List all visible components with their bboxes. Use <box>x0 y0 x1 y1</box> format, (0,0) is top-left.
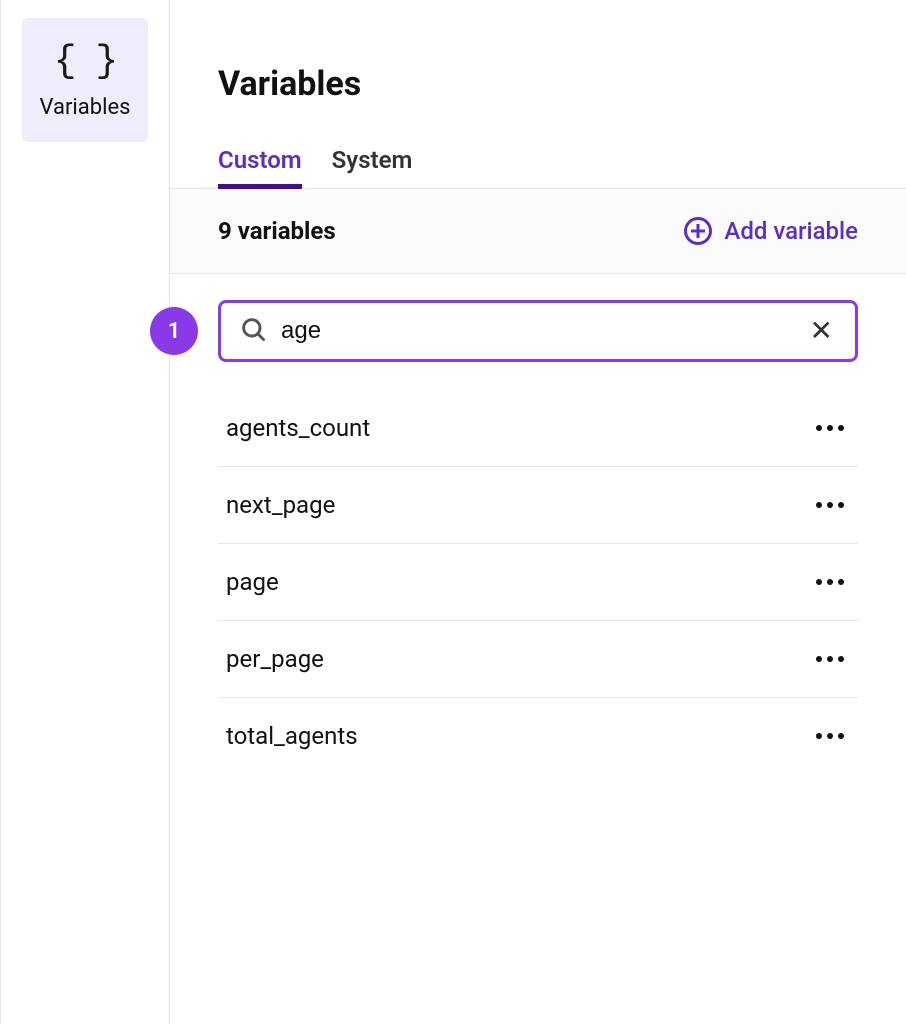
list-item[interactable]: next_page <box>218 467 858 544</box>
sidebar: { } Variables <box>0 0 170 1024</box>
main-panel: Variables Custom System 9 variables Add … <box>170 0 906 1024</box>
more-icon[interactable] <box>810 496 850 514</box>
variable-name: total_agents <box>226 722 358 750</box>
search-box[interactable]: ✕ <box>218 300 858 362</box>
tabs: Custom System <box>170 104 906 189</box>
list-item[interactable]: per_page <box>218 621 858 698</box>
more-icon[interactable] <box>810 419 850 437</box>
variable-name: agents_count <box>226 414 370 442</box>
app-container: { } Variables Variables Custom System 9 … <box>0 0 906 1024</box>
add-variable-button[interactable]: Add variable <box>684 217 858 245</box>
step-badge: 1 <box>150 307 198 355</box>
list-item[interactable]: agents_count <box>218 390 858 467</box>
sidebar-tile-label: Variables <box>40 95 131 120</box>
search-row: 1 ✕ <box>170 274 906 362</box>
list-item[interactable]: total_agents <box>218 698 858 774</box>
variable-name: page <box>226 568 279 596</box>
sidebar-tile-variables[interactable]: { } Variables <box>22 18 148 142</box>
braces-icon: { } <box>54 40 116 83</box>
more-icon[interactable] <box>810 727 850 745</box>
tab-custom[interactable]: Custom <box>218 146 302 188</box>
more-icon[interactable] <box>810 650 850 668</box>
more-icon[interactable] <box>810 573 850 591</box>
variable-name: per_page <box>226 645 324 673</box>
tab-system[interactable]: System <box>332 146 413 188</box>
header-bar: 9 variables Add variable <box>170 189 906 274</box>
add-variable-label: Add variable <box>724 217 858 245</box>
plus-icon <box>684 217 712 245</box>
variable-name: next_page <box>226 491 335 519</box>
variable-list: agents_count next_page page per_page tot… <box>170 362 906 774</box>
search-input[interactable] <box>281 317 792 345</box>
list-item[interactable]: page <box>218 544 858 621</box>
variable-count: 9 variables <box>218 217 336 245</box>
clear-icon[interactable]: ✕ <box>806 313 837 349</box>
page-title: Variables <box>170 0 906 104</box>
search-icon <box>239 315 267 347</box>
